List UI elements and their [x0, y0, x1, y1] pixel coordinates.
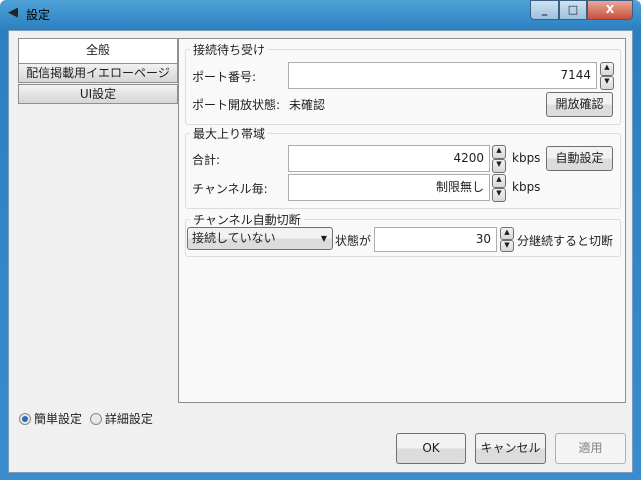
listen-group-title: 接続待ち受け: [190, 41, 269, 58]
up-arrow-icon[interactable]: ▲: [600, 62, 614, 76]
mode-radio-group: 簡単設定 詳細設定: [19, 410, 153, 427]
per-channel-spinner[interactable]: ▲ ▼: [492, 174, 506, 202]
window-title: 設定: [26, 8, 51, 22]
total-unit: kbps: [512, 151, 541, 165]
radio-unselected-icon[interactable]: [89, 413, 102, 425]
tab-ui-settings[interactable]: UI設定: [18, 84, 178, 104]
down-arrow-icon[interactable]: ▼: [600, 76, 614, 90]
per-channel-input[interactable]: 制限無し: [288, 174, 490, 201]
simple-mode-radio[interactable]: 簡単設定: [19, 412, 82, 426]
total-spinner[interactable]: ▲ ▼: [492, 145, 506, 173]
bandwidth-group-title: 最大上り帯域: [190, 125, 269, 142]
up-arrow-icon[interactable]: ▲: [500, 227, 514, 240]
port-status-value: 未確認: [289, 98, 326, 112]
up-arrow-icon[interactable]: ▲: [492, 145, 506, 159]
down-arrow-icon[interactable]: ▼: [492, 159, 506, 173]
apply-button[interactable]: 適用: [555, 433, 626, 464]
chevron-down-icon: ▼: [320, 234, 327, 243]
cancel-button[interactable]: キャンセル: [475, 433, 546, 464]
per-channel-label: チャンネル毎:: [192, 182, 268, 196]
port-label: ポート番号:: [192, 70, 257, 84]
total-bandwidth-input[interactable]: 4200: [288, 145, 490, 172]
down-arrow-icon[interactable]: ▼: [500, 239, 514, 252]
minimize-button[interactable]: _: [530, 0, 559, 20]
radio-selected-icon[interactable]: [19, 413, 31, 425]
port-spinner[interactable]: ▲ ▼: [600, 62, 614, 90]
advanced-mode-label: 詳細設定: [104, 412, 153, 426]
per-channel-unit: kbps: [512, 180, 541, 194]
ok-button[interactable]: OK: [396, 433, 466, 464]
disconnect-condition-select[interactable]: 接続していない ▼: [187, 227, 333, 250]
disconnect-suffix: 分継続すると切断: [517, 234, 614, 248]
minutes-spinner[interactable]: ▲ ▼: [500, 227, 514, 252]
app-icon: ◀: [8, 5, 18, 20]
maximize-button[interactable]: □: [559, 0, 587, 20]
simple-mode-label: 簡単設定: [34, 412, 83, 426]
auto-set-button[interactable]: 自動設定: [546, 146, 613, 171]
advanced-mode-radio[interactable]: 詳細設定: [89, 412, 153, 426]
tab-yellow-pages[interactable]: 配信掲載用イエローページ: [18, 63, 178, 83]
tab-general[interactable]: 全般: [18, 38, 178, 63]
up-arrow-icon[interactable]: ▲: [492, 174, 506, 188]
port-status-label: ポート開放状態:: [192, 98, 281, 112]
state-label: 状態が: [335, 234, 372, 248]
check-port-button[interactable]: 開放確認: [546, 92, 613, 117]
close-button[interactable]: X: [587, 0, 633, 20]
minutes-input[interactable]: 30: [374, 227, 497, 252]
total-label: 合計:: [192, 153, 221, 167]
port-input[interactable]: 7144: [288, 62, 597, 89]
auto-disconnect-group-title: チャンネル自動切断: [190, 211, 304, 228]
down-arrow-icon[interactable]: ▼: [492, 188, 506, 202]
disconnect-condition-value: 接続していない: [192, 231, 276, 245]
